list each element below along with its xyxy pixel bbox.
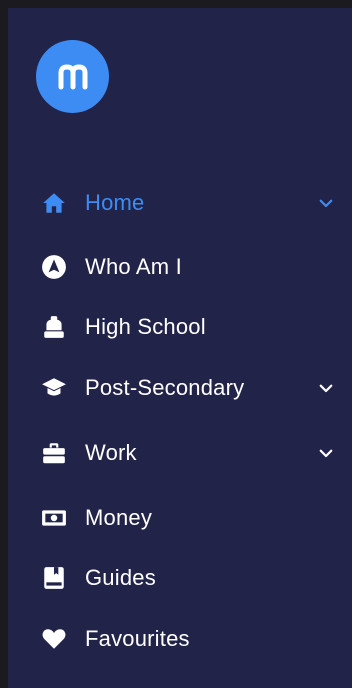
sidebar-item-guides[interactable]: Guides (8, 554, 352, 602)
sidebar-item-favourites[interactable]: Favourites (8, 615, 352, 663)
briefcase-icon (40, 439, 68, 467)
app-frame: Home Who Am I High School Post-Secondary… (0, 0, 352, 688)
chevron-down-icon[interactable] (314, 191, 338, 215)
sidebar-item-label: Home (85, 190, 145, 215)
chevron-down-icon[interactable] (314, 376, 338, 400)
sidebar-item-label: Post-Secondary (85, 375, 245, 400)
backpack-icon (40, 313, 68, 341)
sidebar-item-post-secondary[interactable]: Post-Secondary (8, 364, 352, 412)
sidebar-item-label: Work (85, 440, 137, 465)
money-icon (40, 504, 68, 532)
sidebar-item-label: Who Am I (85, 254, 182, 279)
sidebar-item-label: Guides (85, 565, 156, 590)
sidebar: Home Who Am I High School Post-Secondary… (8, 8, 352, 688)
nav-menu: Home Who Am I High School Post-Secondary… (8, 8, 352, 688)
sidebar-item-label: Favourites (85, 626, 190, 651)
compass-icon (40, 253, 68, 281)
heart-icon (40, 625, 68, 653)
home-icon (40, 189, 68, 217)
book-icon (40, 564, 68, 592)
sidebar-item-work[interactable]: Work (8, 429, 352, 477)
sidebar-item-home[interactable]: Home (8, 179, 352, 227)
sidebar-item-who-am-i[interactable]: Who Am I (8, 243, 352, 291)
sidebar-item-money[interactable]: Money (8, 494, 352, 542)
sidebar-item-high-school[interactable]: High School (8, 303, 352, 351)
graduation-cap-icon (40, 374, 68, 402)
chevron-down-icon[interactable] (314, 441, 338, 465)
sidebar-item-label: Money (85, 505, 153, 530)
sidebar-item-label: High School (85, 314, 206, 339)
